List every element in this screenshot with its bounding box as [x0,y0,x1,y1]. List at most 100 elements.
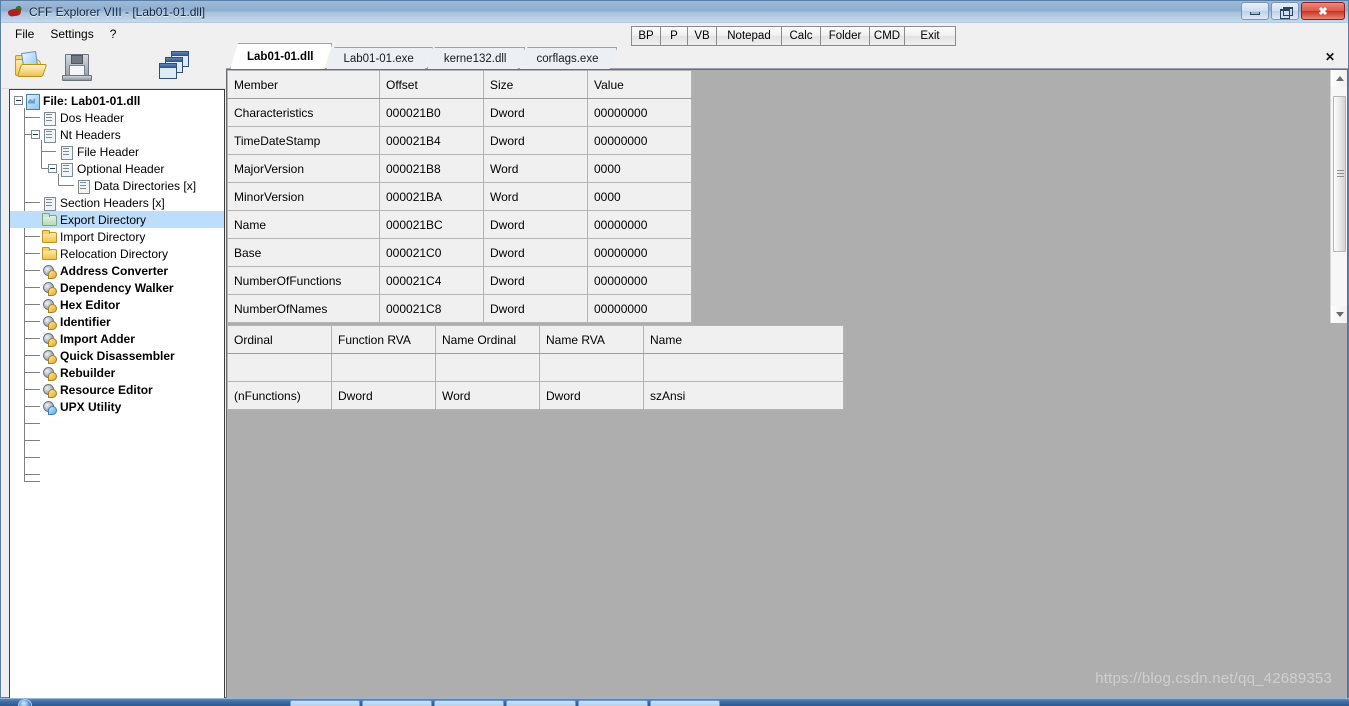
column-header[interactable]: Name Ordinal [435,325,540,354]
tree-item-hex-editor[interactable]: Hex Editor [10,296,224,313]
tool-gear-icon [41,400,57,415]
table-cell: Dword [539,381,644,410]
table-row[interactable]: Base 000021C0 Dword 00000000 [227,238,692,267]
quick-button-vb[interactable]: VB [687,26,717,46]
start-orb-icon[interactable] [18,699,32,706]
open-file-icon[interactable] [13,51,48,83]
column-header[interactable]: Offset [379,70,484,99]
tree-item-quick-disassembler[interactable]: Quick Disassembler [10,347,224,364]
tree-item-export-directory[interactable]: Export Directory [10,211,224,228]
header-icon [75,179,91,194]
table-row[interactable]: MajorVersion 000021B8 Word 0000 [227,154,692,183]
tree-item-rebuilder[interactable]: Rebuilder [10,364,224,381]
table-row[interactable]: Name 000021BC Dword 00000000 [227,210,692,239]
structure-tree[interactable]: File: Lab01-01.dll Dos Header Nt Headers Fi… [9,89,225,700]
export-functions-table[interactable]: Ordinal Function RVA Name Ordinal Name RVA N… [227,325,844,410]
tab-kerne132-dll[interactable]: kerne132.dll [427,47,526,69]
quick-button-bp[interactable]: BP [631,26,661,46]
save-file-icon[interactable] [61,51,95,83]
table-row[interactable]: (nFunctions) Dword Word Dword szAnsi [227,381,844,410]
table-cell: Dword [483,126,588,155]
table-cell: Base [227,238,380,267]
tree-item-label: Identifier [60,314,111,329]
tree-item-section-headers-x[interactable]: Section Headers [x] [10,194,224,211]
tree-item-identifier[interactable]: Identifier [10,313,224,330]
column-header[interactable]: Value [587,70,692,99]
column-header[interactable]: Ordinal [227,325,332,354]
taskbar-item[interactable] [290,700,360,706]
column-header[interactable]: Name RVA [539,325,644,354]
tree-item-dependency-walker[interactable]: Dependency Walker [10,279,224,296]
tree-item-import-directory[interactable]: Import Directory [10,228,224,245]
table-row[interactable]: TimeDateStamp 000021B4 Dword 00000000 [227,126,692,155]
table-cell: 000021C8 [379,294,484,323]
quick-button-cmd[interactable]: CMD [869,26,905,46]
tool-gear-icon [41,383,57,398]
tree-expander-minus-icon[interactable] [48,164,57,173]
tree-item-optional-header[interactable]: Optional Header [10,160,224,177]
export-directory-table[interactable]: Member Offset Size Value Characteristics 0000… [227,70,692,323]
taskbar-item[interactable] [650,700,720,706]
column-header[interactable]: Size [483,70,588,99]
tree-item-file-lab01-01-dll[interactable]: File: Lab01-01.dll [10,92,224,110]
column-header[interactable]: Function RVA [331,325,436,354]
restore-button[interactable] [1271,2,1299,20]
menu-item-file[interactable]: File [7,25,42,43]
taskbar-item[interactable] [434,700,504,706]
quick-button-folder[interactable]: Folder [820,26,870,46]
quick-button-exit[interactable]: Exit [904,26,956,46]
tree-item-import-adder[interactable]: Import Adder [10,330,224,347]
tree-item-nt-headers[interactable]: Nt Headers [10,126,224,143]
tree-item-upx-utility[interactable]: UPX Utility [10,398,224,415]
close-tab-button[interactable]: ✕ [1322,49,1338,65]
tab-corflags-exe[interactable]: corflags.exe [519,47,617,69]
tree-item-data-directories-x[interactable]: Data Directories [x] [10,177,224,194]
tree-item-file-header[interactable]: File Header [10,143,224,160]
tree-expander-minus-icon[interactable] [31,130,40,139]
cff-explorer-screenshot: CFF Explorer VIII - [Lab01-01.dll] ✖ Fil… [0,0,1349,706]
header-icon [58,145,74,160]
close-button[interactable]: ✖ [1301,2,1345,20]
table-row[interactable]: NumberOfFunctions 000021C4 Dword 00000000 [227,266,692,295]
taskbar-item[interactable] [578,700,648,706]
upper-grid-scrollbar[interactable] [1330,70,1347,323]
table-row[interactable] [227,353,844,382]
tree-item-relocation-directory[interactable]: Relocation Directory [10,245,224,262]
tree-item-label: Dos Header [60,110,125,125]
tree-item-address-converter[interactable]: Address Converter [10,262,224,279]
taskbar-item[interactable] [362,700,432,706]
table-row[interactable]: NumberOfNames 000021C8 Dword 00000000 [227,294,692,323]
column-header[interactable]: Member [227,70,380,99]
tree-item-label: File: Lab01-01.dll [43,93,141,108]
tool-gear-icon [41,366,57,381]
column-header[interactable]: Name [643,325,844,354]
table-cell: 000021C0 [379,238,484,267]
tree-item-label: Import Adder [60,331,135,346]
taskbar-item[interactable] [506,700,576,706]
scroll-down-button[interactable] [1331,306,1347,323]
menu-item-settings[interactable]: Settings [42,25,101,43]
header-icon [41,111,57,126]
minimize-button[interactable] [1241,2,1269,20]
cascade-windows-icon[interactable] [159,51,193,83]
tree-item-dos-header[interactable]: Dos Header [10,109,224,126]
quick-button-notepad[interactable]: Notepad [716,26,782,46]
menu-item-help[interactable]: ? [102,25,125,43]
table-cell [539,353,644,382]
quick-button-p[interactable]: P [660,26,688,46]
scroll-up-button[interactable] [1331,70,1347,87]
quick-action-buttons: BP P VB Notepad Calc Folder CMD Exit [631,26,956,46]
tree-item-resource-editor[interactable]: Resource Editor [10,381,224,398]
table-row[interactable]: Characteristics 000021B0 Dword 00000000 [227,98,692,127]
window-controls: ✖ [1241,2,1345,20]
document-area: Lab01-01.dll Lab01-01.exe kerne132.dll corf… [226,43,1348,700]
table-cell [227,353,332,382]
file-icon [24,93,40,110]
quick-button-calc[interactable]: Calc [781,26,821,46]
tab-lab01-01-exe[interactable]: Lab01-01.exe [326,47,432,69]
tree-expander-minus-icon[interactable] [14,96,23,105]
table-cell [435,353,540,382]
table-row[interactable]: MinorVersion 000021BA Word 0000 [227,182,692,211]
tab-lab01-01-dll[interactable]: Lab01-01.dll [230,43,332,69]
table-header-row: Ordinal Function RVA Name Ordinal Name RVA N… [227,325,844,354]
